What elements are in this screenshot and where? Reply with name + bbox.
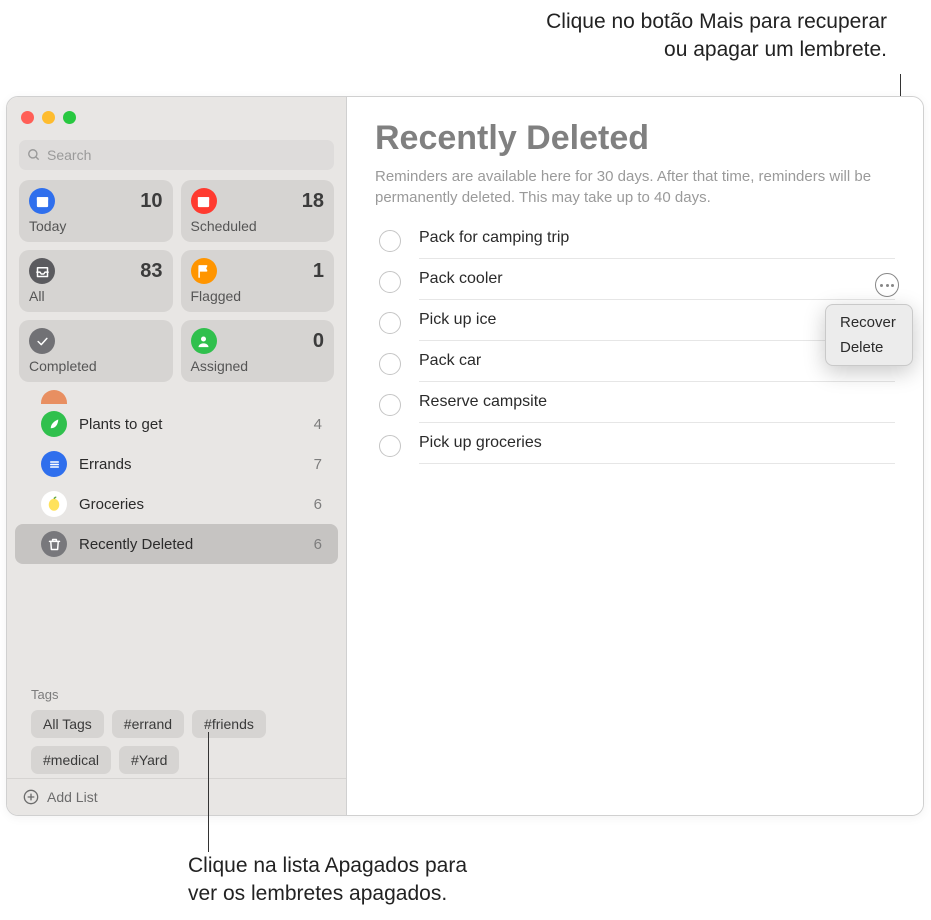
close-button[interactable] (21, 111, 34, 124)
list-count: 6 (314, 496, 322, 513)
list-name: Plants to get (79, 416, 302, 433)
search-icon (27, 148, 41, 162)
callout-text: ver os lembretes apagados. (188, 880, 467, 908)
reminder-title: Pick up ice (419, 311, 895, 329)
callout-text: ou apagar um lembrete. (546, 36, 887, 64)
ellipsis-icon (880, 284, 894, 287)
list-name: Groceries (79, 496, 302, 513)
reminder-title: Pick up groceries (419, 434, 895, 452)
smart-card-all[interactable]: 83 All (19, 250, 173, 312)
list-count: 7 (314, 456, 322, 473)
sidebar-list-groceries[interactable]: Groceries 6 (15, 484, 338, 524)
smart-label: Flagged (191, 288, 325, 304)
reminder-item[interactable]: Pick up ice (375, 300, 895, 341)
tags-container: All Tags #errand #friends #medical #Yard (31, 710, 330, 774)
add-list-button[interactable]: Add List (7, 778, 346, 815)
reminder-checkbox[interactable] (379, 271, 401, 293)
smart-card-today[interactable]: 10 Today (19, 180, 173, 242)
list-peek (15, 394, 338, 404)
reminder-item[interactable]: Reserve campsite (375, 382, 895, 423)
reminder-checkbox[interactable] (379, 230, 401, 252)
smart-label: Assigned (191, 358, 325, 374)
page-subtitle: Reminders are available here for 30 days… (375, 166, 895, 208)
tray-icon (29, 258, 55, 284)
callout-leader-line (208, 732, 209, 852)
smart-count: 10 (140, 190, 162, 213)
smart-card-flagged[interactable]: 1 Flagged (181, 250, 335, 312)
list-count: 6 (314, 536, 322, 553)
tag-chip[interactable]: #friends (192, 710, 266, 738)
tag-chip[interactable]: #errand (112, 710, 184, 738)
smart-count: 1 (313, 260, 324, 283)
more-button[interactable] (875, 273, 899, 297)
lemon-icon (41, 491, 67, 517)
lines-icon (41, 451, 67, 477)
person-icon (191, 328, 217, 354)
calendar-icon (191, 188, 217, 214)
callout-top: Clique no botão Mais para recuperar ou a… (546, 8, 887, 65)
reminder-title: Reserve campsite (419, 393, 895, 411)
list-icon-partial (41, 390, 67, 404)
list-name: Errands (79, 456, 302, 473)
list-name: Recently Deleted (79, 536, 302, 553)
my-lists-section: Plants to get4Errands7Groceries6Recently… (7, 390, 346, 679)
check-icon (29, 328, 55, 354)
tags-section: Tags All Tags #errand #friends #medical #Yar… (7, 679, 346, 778)
callout-text: Clique no botão Mais para recuperar (546, 8, 887, 36)
more-menu-popover: Recover Delete (825, 304, 913, 366)
list-count: 4 (314, 416, 322, 433)
reminder-item[interactable]: Pack for camping trip (375, 218, 895, 259)
reminders-window: 10 Today 18 Scheduled 83 All 1 Flagged Completed… (6, 96, 924, 816)
smart-card-completed[interactable]: Completed (19, 320, 173, 382)
reminder-checkbox[interactable] (379, 312, 401, 334)
smart-label: Scheduled (191, 218, 325, 234)
recover-menu-item[interactable]: Recover (826, 310, 912, 335)
smart-label: All (29, 288, 163, 304)
page-title: Recently Deleted (375, 119, 895, 158)
reminder-title: Pack cooler (419, 270, 895, 288)
tag-chip[interactable]: #Yard (119, 746, 179, 774)
tag-chip[interactable]: All Tags (31, 710, 104, 738)
sidebar-list-recently-deleted[interactable]: Recently Deleted 6 (15, 524, 338, 564)
search-field[interactable] (19, 140, 334, 170)
calendar-icon (29, 188, 55, 214)
smart-lists-grid: 10 Today 18 Scheduled 83 All 1 Flagged Completed… (7, 180, 346, 390)
plus-circle-icon (23, 789, 39, 805)
reminder-item[interactable]: Pack cooler (375, 259, 895, 300)
deleted-reminders-list: Pack for camping trip Pack cooler Pick up … (375, 218, 895, 464)
reminder-item[interactable]: Pack car (375, 341, 895, 382)
smart-label: Today (29, 218, 163, 234)
reminder-title: Pack car (419, 352, 895, 370)
reminder-checkbox[interactable] (379, 394, 401, 416)
sidebar-list-errands[interactable]: Errands 7 (15, 444, 338, 484)
reminder-checkbox[interactable] (379, 435, 401, 457)
callout-bottom: Clique na lista Apagados para ver os lem… (188, 852, 467, 909)
smart-card-scheduled[interactable]: 18 Scheduled (181, 180, 335, 242)
smart-count: 18 (302, 190, 324, 213)
reminder-checkbox[interactable] (379, 353, 401, 375)
search-input[interactable] (47, 147, 326, 163)
minimize-button[interactable] (42, 111, 55, 124)
trash-icon (41, 531, 67, 557)
window-controls (7, 97, 346, 134)
reminder-item[interactable]: Pick up groceries (375, 423, 895, 464)
smart-card-assigned[interactable]: 0 Assigned (181, 320, 335, 382)
smart-label: Completed (29, 358, 163, 374)
flag-icon (191, 258, 217, 284)
add-list-label: Add List (47, 789, 98, 805)
smart-count: 0 (313, 330, 324, 353)
maximize-button[interactable] (63, 111, 76, 124)
callout-text: Clique na lista Apagados para (188, 852, 467, 880)
tags-heading: Tags (31, 687, 330, 702)
smart-count: 83 (140, 260, 162, 283)
sidebar-list-plants-to-get[interactable]: Plants to get 4 (15, 404, 338, 444)
sidebar: 10 Today 18 Scheduled 83 All 1 Flagged Completed… (7, 97, 347, 815)
main-pane: Recently Deleted Reminders are available… (347, 97, 923, 815)
reminder-title: Pack for camping trip (419, 229, 895, 247)
leaf-icon (41, 411, 67, 437)
delete-menu-item[interactable]: Delete (826, 335, 912, 360)
tag-chip[interactable]: #medical (31, 746, 111, 774)
